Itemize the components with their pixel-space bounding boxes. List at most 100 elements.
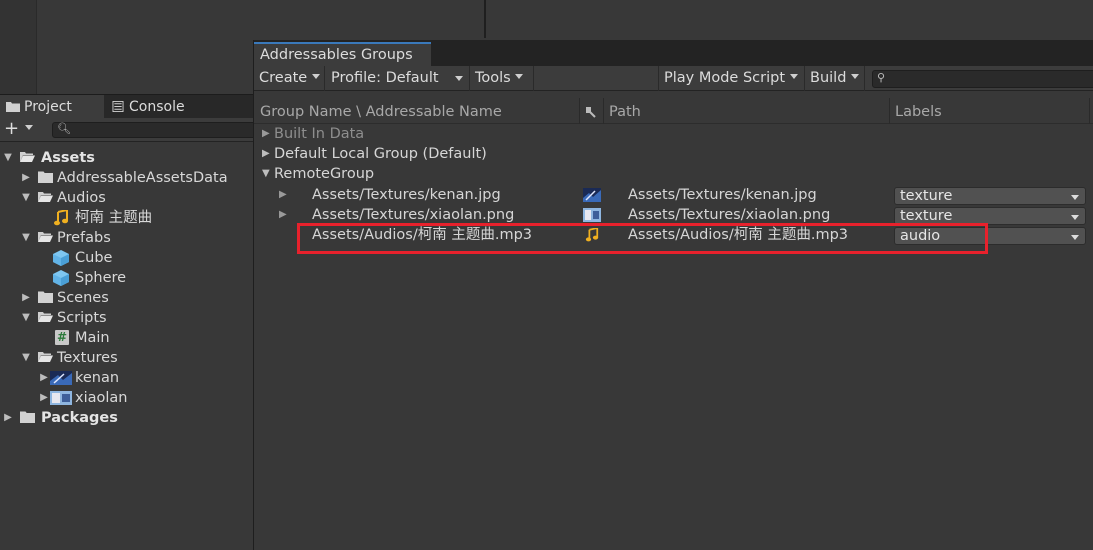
search-icon: 🔍︎ [57, 122, 71, 135]
group-name: Default Local Group (Default) [274, 146, 487, 162]
search-icon: ⚲ [877, 71, 886, 84]
create-dropdown[interactable]: Create [254, 66, 325, 91]
collapsed-arrow-icon[interactable]: ▶ [38, 388, 50, 408]
toolbar-spacer [534, 66, 659, 91]
column-divider[interactable] [603, 98, 604, 124]
tree-item-sphere[interactable]: Sphere [0, 268, 253, 288]
folder-icon [38, 171, 53, 183]
tree-item-addressableassetsdata[interactable]: ▶ AddressableAssetsData [0, 168, 253, 188]
expand-arrow-icon[interactable]: ▼ [20, 308, 32, 328]
panel-divider[interactable] [484, 0, 486, 38]
tab-addressables-groups[interactable]: Addressables Groups [254, 42, 431, 66]
collapsed-arrow-icon[interactable]: ▶ [279, 205, 287, 225]
expand-arrow-icon[interactable]: ▼ [20, 348, 32, 368]
entry-path: Assets/Textures/xiaolan.png [628, 207, 831, 223]
profile-dropdown[interactable]: Profile: Default [326, 66, 470, 91]
tree-item-scripts[interactable]: ▼ Scripts [0, 308, 253, 328]
add-asset-button[interactable]: + [4, 119, 38, 141]
tab-project[interactable]: Project [0, 95, 104, 119]
tree-item-kenan[interactable]: ▶ kenan [0, 368, 253, 388]
label-value: audio [900, 228, 941, 244]
texture-thumbnail-icon [583, 188, 601, 202]
project-search-input[interactable]: 🔍︎ [52, 122, 257, 138]
column-labels[interactable]: Labels [895, 98, 942, 124]
group-row-default-local[interactable]: ▶ Default Local Group (Default) [254, 144, 1093, 164]
create-label: Create [259, 70, 308, 86]
entry-row-xiaolan[interactable]: ▶ Assets/Textures/xiaolan.png Assets/Tex… [254, 205, 1093, 225]
texture-thumbnail-icon [50, 371, 72, 385]
collapsed-arrow-icon[interactable]: ▶ [38, 368, 50, 388]
labels-dropdown[interactable]: audio [894, 227, 1086, 245]
column-path[interactable]: Path [609, 98, 641, 124]
group-row-built-in-data[interactable]: ▶ Built In Data [254, 124, 1093, 144]
folder-open-icon [38, 232, 53, 242]
tree-item-label: 柯南 主题曲 [75, 210, 153, 226]
chevron-down-icon [789, 74, 798, 79]
tree-item-audio-clip[interactable]: 柯南 主题曲 [0, 208, 253, 228]
tree-item-xiaolan[interactable]: ▶ xiaolan [0, 388, 253, 408]
labels-dropdown[interactable]: texture [894, 187, 1086, 205]
group-row-remote[interactable]: ▼ RemoteGroup [254, 164, 1093, 184]
build-dropdown[interactable]: Build [805, 66, 865, 91]
tree-item-prefabs[interactable]: ▼ Prefabs [0, 228, 253, 248]
addressables-search-input[interactable]: ⚲ [872, 70, 1093, 88]
tree-item-main-script[interactable]: # Main [0, 328, 253, 348]
texture-thumbnail-icon [50, 391, 72, 405]
labels-dropdown[interactable]: texture [894, 207, 1086, 225]
tools-dropdown[interactable]: Tools [470, 66, 534, 91]
build-label: Build [810, 70, 847, 86]
tree-item-label: Scenes [57, 290, 109, 306]
collapsed-arrow-icon[interactable]: ▶ [20, 168, 32, 188]
column-group-name[interactable]: Group Name \ Addressable Name [260, 98, 502, 124]
console-icon [112, 101, 124, 112]
collapsed-arrow-icon[interactable]: ▶ [20, 288, 32, 308]
column-divider[interactable] [1089, 98, 1090, 124]
folder-open-icon [38, 352, 53, 362]
entry-address: Assets/Textures/kenan.jpg [312, 187, 501, 203]
play-mode-script-dropdown[interactable]: Play Mode Script [659, 66, 805, 91]
tree-item-label: Cube [75, 250, 113, 266]
folder-open-icon [38, 312, 53, 322]
tree-item-label: AddressableAssetsData [57, 170, 228, 186]
entry-row-audio[interactable]: Assets/Audios/柯南 主题曲.mp3 Assets/Audios/柯… [254, 225, 1093, 245]
group-name: RemoteGroup [274, 166, 375, 182]
chevron-down-icon [515, 74, 524, 79]
address-icon [586, 107, 596, 118]
expand-arrow-icon[interactable]: ▼ [20, 188, 32, 208]
collapsed-arrow-icon[interactable]: ▶ [262, 124, 270, 144]
entry-path: Assets/Textures/kenan.jpg [628, 187, 817, 203]
tree-item-label: Scripts [57, 310, 107, 326]
entry-address: Assets/Audios/柯南 主题曲.mp3 [312, 227, 532, 243]
tree-item-label: Assets [41, 150, 95, 166]
tree-item-assets[interactable]: ▼ Assets [0, 148, 253, 168]
tab-console-label: Console [129, 99, 185, 115]
chevron-down-icon [311, 74, 320, 79]
addressables-tab-bar: Addressables Groups [254, 40, 1093, 66]
collapsed-arrow-icon[interactable]: ▶ [262, 144, 270, 164]
chevron-down-icon [1071, 235, 1079, 240]
tree-item-cube[interactable]: Cube [0, 248, 253, 268]
chevron-down-icon [455, 76, 463, 81]
expand-arrow-icon[interactable]: ▼ [20, 228, 32, 248]
expand-arrow-icon[interactable]: ▼ [2, 148, 14, 168]
project-toolbar: + 🔍︎ [0, 118, 257, 142]
tab-console[interactable]: Console [105, 95, 215, 119]
chevron-down-icon [851, 74, 860, 79]
chevron-down-icon [24, 125, 33, 130]
project-tab-bar: Project Console [0, 94, 253, 119]
tree-item-packages[interactable]: ▶ Packages [0, 408, 253, 428]
tree-item-label: Main [75, 330, 110, 346]
tree-item-audios[interactable]: ▼ Audios [0, 188, 253, 208]
entry-row-kenan[interactable]: ▶ Assets/Textures/kenan.jpg Assets/Textu… [254, 185, 1093, 205]
chevron-down-icon [1071, 215, 1079, 220]
tree-item-scenes[interactable]: ▶ Scenes [0, 288, 253, 308]
expand-arrow-icon[interactable]: ▼ [262, 164, 270, 184]
chevron-down-icon [1071, 195, 1079, 200]
collapsed-arrow-icon[interactable]: ▶ [2, 408, 14, 428]
tree-item-textures[interactable]: ▼ Textures [0, 348, 253, 368]
column-divider[interactable] [579, 98, 580, 124]
collapsed-arrow-icon[interactable]: ▶ [279, 185, 287, 205]
label-value: texture [900, 208, 953, 224]
folder-icon [6, 102, 20, 112]
column-divider[interactable] [889, 98, 890, 124]
